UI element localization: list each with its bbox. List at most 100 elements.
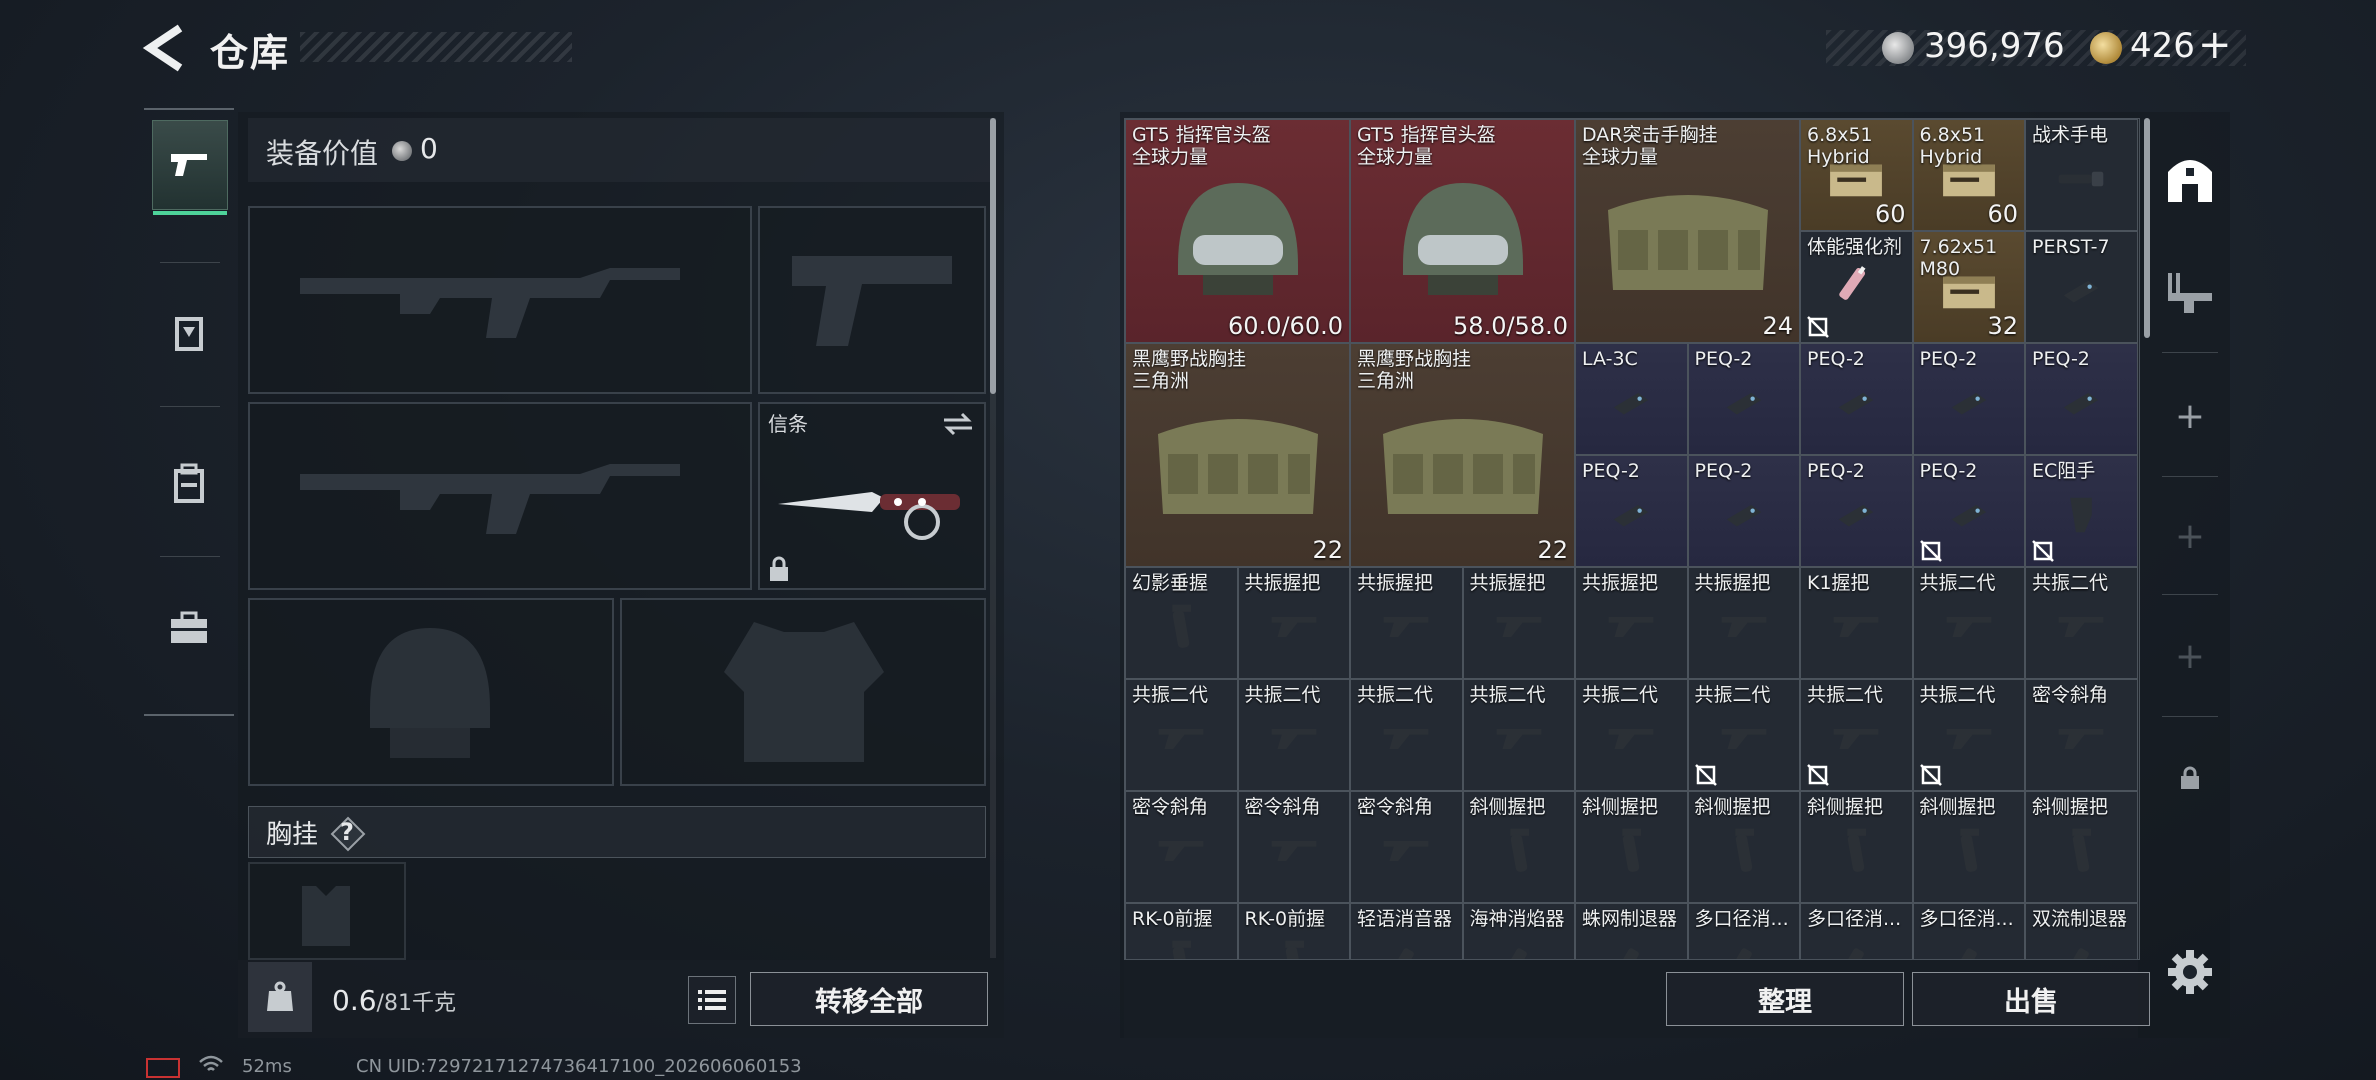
stash-item[interactable]: 多口径消... — [1687, 903, 1800, 959]
stash-item-name: 共振二代 — [1919, 684, 1996, 706]
helmet-slot[interactable] — [248, 598, 614, 786]
stash-item[interactable]: PEQ-2 — [1912, 455, 2025, 567]
stash-page-main[interactable] — [2160, 150, 2220, 210]
stash-item[interactable]: RK-0前握 — [1237, 903, 1350, 959]
stash-item[interactable]: 共振二代 — [1350, 679, 1463, 791]
stash-item[interactable]: 蛛网制退器 — [1575, 903, 1688, 959]
stash-item[interactable]: 斜侧握把 — [1912, 791, 2025, 903]
stash-item[interactable]: LA-3C — [1575, 343, 1688, 455]
stash-item[interactable]: 共振二代 — [1912, 679, 2025, 791]
pistol-silhouette-icon — [792, 256, 952, 346]
stash-item[interactable]: 多口径消... — [1800, 903, 1913, 959]
stash-item[interactable]: K1握把 — [1800, 567, 1913, 679]
stash-item[interactable]: 双流制退器 — [2025, 903, 2138, 959]
vertical-grip-icon — [1167, 601, 1196, 655]
stash-item[interactable]: 幻影垂握 — [1125, 567, 1238, 679]
settings-button[interactable] — [2168, 950, 2220, 1002]
stash-item[interactable]: 共振握把 — [1575, 567, 1688, 679]
add-page-button[interactable]: + — [2160, 386, 2220, 446]
stash-item[interactable]: 共振二代 — [1125, 679, 1238, 791]
stash-item[interactable]: 6.8x51 Hybrid 60 — [1800, 119, 1913, 231]
stash-item-stat: 60 — [1987, 200, 2018, 228]
no-trade-icon — [1807, 316, 1829, 338]
stash-item[interactable]: GT5 指挥官头盔 全球力量 58.0/58.0 — [1350, 119, 1575, 343]
locked-page[interactable] — [2160, 748, 2220, 808]
stash-item[interactable]: 斜侧握把 — [1462, 791, 1575, 903]
body-armor-slot[interactable] — [620, 598, 986, 786]
stash-item-stat: 60.0/60.0 — [1228, 312, 1343, 340]
stash-item-name: RK-0前握 — [1132, 908, 1213, 930]
stash-item[interactable]: 共振二代 — [1912, 567, 2025, 679]
stash-item[interactable]: 密令斜角 — [1237, 791, 1350, 903]
stash-item[interactable]: PEQ-2 — [1687, 455, 1800, 567]
stash-item[interactable]: 共振二代 — [1237, 679, 1350, 791]
melee-slot[interactable]: 信条 — [758, 402, 986, 590]
stash-item[interactable]: 黑鹰野战胸挂 三角洲 22 — [1350, 343, 1575, 567]
stash-item[interactable]: 体能强化剂 — [1800, 231, 1913, 343]
stash-item[interactable]: 斜侧握把 — [2025, 791, 2138, 903]
stash-item-name: 黑鹰野战胸挂 三角洲 — [1357, 348, 1472, 392]
primary-weapon-slot[interactable] — [248, 206, 752, 394]
help-icon[interactable]: ? — [330, 816, 366, 852]
tab-case[interactable] — [152, 584, 226, 672]
swap-icon[interactable] — [942, 412, 974, 436]
secondary-weapon-slot[interactable] — [248, 402, 752, 590]
stash-item[interactable]: 战术手电 — [2025, 119, 2138, 231]
stash-item-name: 共振二代 — [1807, 684, 1884, 706]
side-divider — [2162, 476, 2218, 477]
loadout-scrollbar[interactable] — [990, 118, 996, 394]
sell-button[interactable]: 出售 — [1912, 972, 2150, 1026]
stash-scrollbar[interactable] — [2144, 118, 2150, 338]
title-decoration — [300, 32, 572, 62]
chest-rig-slot[interactable] — [248, 862, 406, 960]
angled-grip-icon — [2056, 724, 2106, 757]
stash-item[interactable]: 斜侧握把 — [1575, 791, 1688, 903]
stash-item[interactable]: 共振握把 — [1687, 567, 1800, 679]
stash-item[interactable]: 共振二代 — [1462, 679, 1575, 791]
stash-item-name: 共振握把 — [1694, 572, 1771, 594]
stash-item[interactable]: EC阻手 — [2025, 455, 2138, 567]
transfer-all-button[interactable]: 转移全部 — [750, 972, 988, 1026]
stash-item[interactable]: RK-0前握 — [1125, 903, 1238, 959]
stash-item[interactable]: 共振二代 — [1800, 679, 1913, 791]
tab-backpack[interactable] — [152, 440, 226, 528]
stash-item[interactable]: 密令斜角 — [1350, 791, 1463, 903]
stash-item[interactable]: PEQ-2 — [1800, 343, 1913, 455]
stash-item[interactable]: PEQ-2 — [1687, 343, 1800, 455]
stash-item[interactable]: 6.8x51 Hybrid 60 — [1912, 119, 2025, 231]
stash-item[interactable]: 密令斜角 — [1125, 791, 1238, 903]
tab-weapons[interactable] — [152, 120, 228, 215]
stash-item[interactable]: 轻语消音器 — [1350, 903, 1463, 959]
tab-armor[interactable] — [152, 290, 226, 378]
stash-item[interactable]: PEQ-2 — [1575, 455, 1688, 567]
stash-item[interactable]: 斜侧握把 — [1800, 791, 1913, 903]
stash-item-name: GT5 指挥官头盔 全球力量 — [1357, 124, 1496, 168]
stash-item[interactable]: 多口径消... — [1912, 903, 2025, 959]
stash-item[interactable]: 海神消焰器 — [1462, 903, 1575, 959]
helmet-silhouette-icon — [370, 628, 490, 758]
stash-item[interactable]: PEQ-2 — [1912, 343, 2025, 455]
pistol-slot[interactable] — [758, 206, 986, 394]
stash-item[interactable]: DAR突击手胸挂 全球力量 24 — [1575, 119, 1800, 343]
stash-item[interactable]: 共振握把 — [1462, 567, 1575, 679]
weight-icon — [248, 962, 312, 1032]
stash-item[interactable]: 斜侧握把 — [1687, 791, 1800, 903]
stash-item[interactable]: PERST-7 — [2025, 231, 2138, 343]
stash-item[interactable]: GT5 指挥官头盔 全球力量 60.0/60.0 — [1125, 119, 1350, 343]
stash-item[interactable]: PEQ-2 — [1800, 455, 1913, 567]
stash-item[interactable]: 7.62x51 M80 32 — [1912, 231, 2025, 343]
stash-page-weapons[interactable] — [2160, 262, 2220, 322]
stash-item[interactable]: 密令斜角 — [2025, 679, 2138, 791]
add-gold-button[interactable]: + — [2198, 22, 2232, 68]
stash-item[interactable]: 共振二代 — [2025, 567, 2138, 679]
stash-item[interactable]: 共振握把 — [1350, 567, 1463, 679]
stash-item[interactable]: 共振握把 — [1237, 567, 1350, 679]
knife-icon — [778, 492, 960, 540]
stash-item[interactable]: 共振二代 — [1687, 679, 1800, 791]
sort-button[interactable]: 整理 — [1666, 972, 1904, 1026]
stash-item[interactable]: 黑鹰野战胸挂 三角洲 22 — [1125, 343, 1350, 567]
stash-item[interactable]: 共振二代 — [1575, 679, 1688, 791]
back-arrow-icon[interactable] — [140, 22, 190, 74]
stash-item[interactable]: PEQ-2 — [2025, 343, 2138, 455]
list-view-button[interactable] — [688, 976, 736, 1024]
